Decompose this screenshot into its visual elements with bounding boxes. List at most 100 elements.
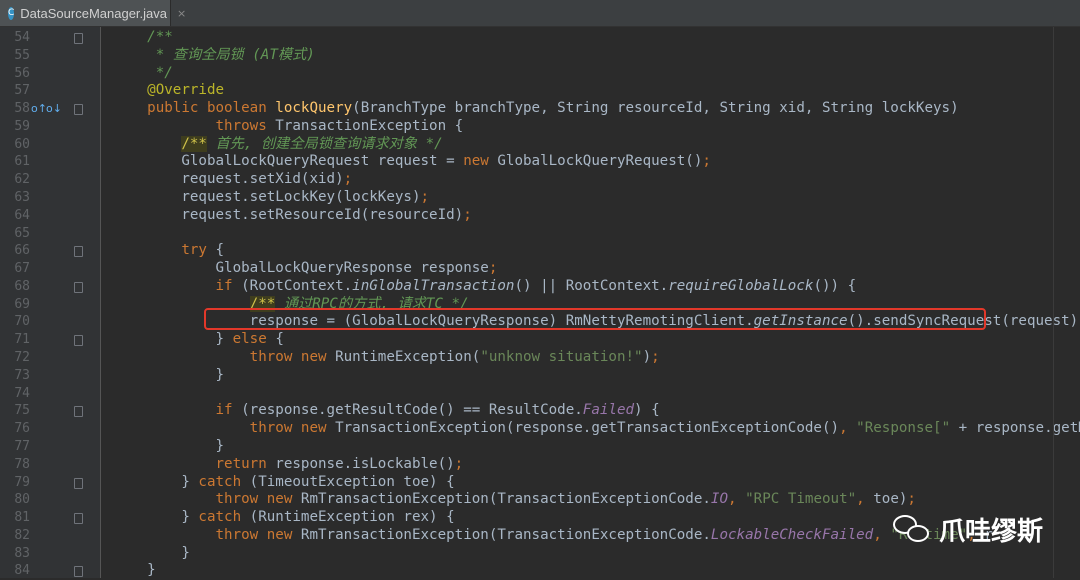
code-token: ) { <box>634 402 660 419</box>
line-number: 54 <box>14 30 30 45</box>
code-line: * 查询全局锁 (AT模式) <box>113 47 315 65</box>
code-token: * 查询全局锁 (AT模式) <box>113 46 315 63</box>
line-number: 56 <box>14 65 30 81</box>
code-token: (RuntimeException rex) { <box>249 509 455 526</box>
code-token: catch <box>198 509 250 526</box>
line-number: 81 <box>14 510 30 526</box>
code-token: request.setLockKey(lockKeys) <box>113 189 421 206</box>
code-token: GlobalLockQueryRequest() <box>497 153 703 170</box>
fold-marker-icon[interactable] <box>74 406 83 418</box>
overrides-icon[interactable]: o↑ <box>31 102 47 115</box>
code-token: , <box>873 526 891 543</box>
code-token: ; <box>420 189 430 206</box>
line-number: 60 <box>14 136 30 152</box>
right-margin-guide <box>1053 27 1054 578</box>
code-token: (response.getResultCode() == ResultCode. <box>241 402 583 419</box>
line-number: 75 <box>14 403 30 419</box>
line-number: 61 <box>14 154 30 170</box>
fold-marker-icon[interactable] <box>74 104 83 116</box>
tab-label: DataSourceManager.java <box>20 5 167 21</box>
close-icon[interactable]: × <box>177 7 186 20</box>
code-token: } <box>113 544 190 561</box>
line-number: 77 <box>14 438 30 454</box>
code-token: Failed <box>582 402 635 419</box>
line-number: 71 <box>14 332 30 348</box>
code-token: RmTransactionException(TransactionExcept… <box>300 491 711 508</box>
code-line: @Override <box>113 82 224 100</box>
code-token: request.setResourceId(resourceId) <box>113 206 464 223</box>
line-number: 55 <box>14 47 30 63</box>
line-number: 73 <box>14 367 30 383</box>
line-number: 65 <box>14 225 30 241</box>
code-token: } <box>113 366 225 383</box>
code-line: throws TransactionException { <box>113 118 463 136</box>
code-token: /** <box>181 135 207 152</box>
code-line: } else { <box>113 331 283 349</box>
line-number: 57 <box>14 83 30 99</box>
fold-marker-icon[interactable] <box>74 281 83 293</box>
code-token: response.isLockable() <box>275 455 455 472</box>
code-token: throw new <box>113 349 336 366</box>
code-token: ; <box>488 260 498 277</box>
implemented-icon[interactable]: o↓ <box>46 102 62 115</box>
code-token: , <box>856 491 874 508</box>
code-token: ; <box>651 349 660 366</box>
code-line: request.setXid(xid); <box>113 171 352 189</box>
editor-tab-bar: C DataSourceManager.java × <box>0 0 1080 27</box>
line-number: 69 <box>14 296 30 312</box>
code-token: ; <box>454 455 464 472</box>
code-token: if <box>113 277 242 294</box>
code-token: GlobalLockQueryRequest request = <box>113 153 464 170</box>
code-token: "RPC Timeout" <box>745 491 857 508</box>
code-line: request.setLockKey(lockKeys); <box>113 189 429 207</box>
code-token: ; <box>702 153 711 170</box>
code-line: throw new RmTransactionException(Transac… <box>113 526 992 545</box>
line-number: 62 <box>14 172 30 188</box>
code-token: , <box>728 491 746 508</box>
code-token: throw new <box>113 420 336 437</box>
fold-marker-icon[interactable] <box>74 33 83 44</box>
code-token: return <box>113 455 276 472</box>
code-token: } <box>113 437 225 454</box>
watermark: 爪哇缪斯 <box>893 512 1043 547</box>
code-token: (RootContext. <box>241 277 353 294</box>
code-token: /** <box>113 29 173 45</box>
code-token: lockQuery <box>275 100 353 117</box>
code-token: } <box>113 331 233 348</box>
line-number: 82 <box>14 527 30 543</box>
code-token: ) <box>642 349 652 366</box>
code-token: throw new <box>113 491 301 508</box>
line-number: 70 <box>14 314 30 330</box>
code-token: inGlobalTransaction <box>352 277 515 294</box>
fold-marker-icon[interactable] <box>74 335 83 347</box>
code-token: 首先, 创建全局锁查询请求对象 */ <box>206 135 443 152</box>
code-editor[interactable]: /** * 查询全局锁 (AT模式) */ @Override public b… <box>101 27 1080 578</box>
code-line: /** <box>113 29 173 47</box>
editor-gutter: 54 55 56 57 58 59 60 61 62 63 64 65 66 67 68 69 70 71 72 73… <box>0 27 101 578</box>
code-token: toe) <box>873 491 908 508</box>
fold-marker-icon[interactable] <box>74 246 83 258</box>
code-token: ; <box>463 206 472 223</box>
code-token: ; <box>907 491 916 508</box>
code-line: try { <box>113 242 224 260</box>
line-number: 83 <box>14 545 30 561</box>
code-token: "unknow situation!" <box>480 349 643 366</box>
code-token: TransactionException(response.getTransac… <box>335 420 840 437</box>
line-number: 59 <box>14 118 30 134</box>
line-number: 63 <box>14 190 30 206</box>
code-token: } <box>113 473 199 490</box>
code-token: } <box>113 562 156 578</box>
fold-marker-icon[interactable] <box>74 513 83 525</box>
wechat-icon <box>893 513 931 545</box>
fold-marker-icon[interactable] <box>74 566 83 578</box>
code-line: } catch (TimeoutException toe) { <box>113 473 454 492</box>
fold-marker-icon[interactable] <box>74 477 83 489</box>
code-token: request.setXid(xid) <box>113 171 344 188</box>
code-token: @Override <box>113 82 225 99</box>
code-token: "Response[" <box>856 420 951 437</box>
line-number: 66 <box>14 243 30 259</box>
code-token: (BranchType branchType, String resourceI… <box>352 100 959 117</box>
tab-datasourcemanager[interactable]: C DataSourceManager.java × <box>0 0 186 26</box>
code-token: ; <box>343 171 353 188</box>
